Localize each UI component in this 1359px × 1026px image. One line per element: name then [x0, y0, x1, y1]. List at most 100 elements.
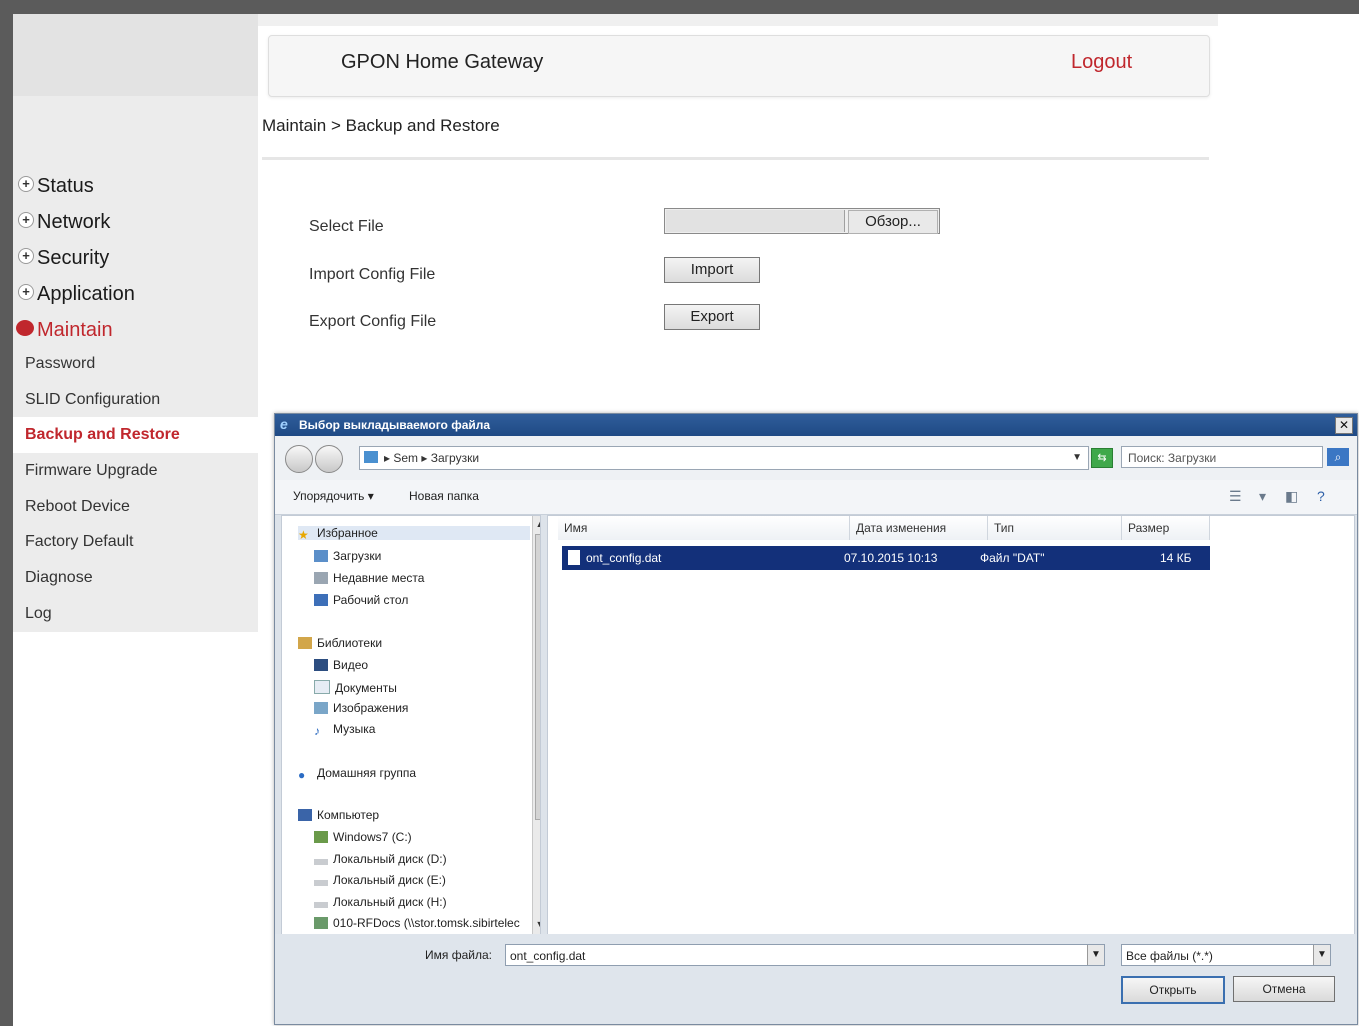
nav-music[interactable]: ♪ Музыка: [314, 722, 375, 738]
expand-plus-icon: +: [18, 284, 34, 300]
scroll-down-icon[interactable]: ▼: [535, 918, 540, 930]
export-config-label: Export Config File: [309, 313, 437, 330]
menu-item-application[interactable]: + Application: [16, 276, 256, 312]
select-file-label: Select File: [309, 218, 384, 235]
music-icon: ♪: [314, 724, 320, 738]
file-row[interactable]: ont_config.dat 07.10.2015 10:13 Файл "DA…: [562, 546, 1210, 570]
address-part-2[interactable]: Загрузки: [431, 451, 479, 465]
search-input[interactable]: Поиск: Загрузки: [1121, 446, 1323, 468]
address-part-1[interactable]: Sem: [393, 451, 418, 465]
nav-computer[interactable]: Компьютер: [298, 808, 379, 822]
close-icon[interactable]: ✕: [1335, 417, 1353, 434]
search-icon[interactable]: ⌕: [1327, 448, 1349, 466]
nav-homegroup[interactable]: ● Домашняя группа: [298, 766, 416, 782]
documents-icon: [314, 680, 330, 694]
dialog-title: Выбор выкладываемого файла: [299, 418, 491, 432]
address-path: ▸ Sem ▸ Загрузки: [384, 451, 480, 465]
menu-item-label: Network: [37, 211, 111, 233]
filetype-dropdown-icon[interactable]: ▼: [1313, 945, 1330, 965]
column-header-date[interactable]: Дата изменения: [850, 516, 988, 540]
nav-drive-e[interactable]: Локальный диск (E:): [314, 873, 446, 887]
expand-plus-icon: +: [18, 176, 34, 192]
export-button[interactable]: Export: [664, 304, 760, 330]
downloads-folder-icon: [314, 550, 328, 562]
menu-item-security[interactable]: + Security: [16, 240, 256, 276]
address-bar[interactable]: ▸ Sem ▸ Загрузки ▼: [359, 446, 1089, 470]
dialog-navigation-bar: ▸ Sem ▸ Загрузки ▼ ⇆ Поиск: Загрузки ⌕: [275, 436, 1357, 480]
file-path-field[interactable]: [666, 210, 845, 232]
nav-pictures[interactable]: Изображения: [314, 701, 408, 715]
menu-item-label: Security: [37, 247, 110, 269]
scroll-up-icon[interactable]: ▲: [535, 518, 540, 530]
menu-item-status[interactable]: + Status: [16, 168, 256, 204]
expand-plus-icon: +: [18, 248, 34, 264]
refresh-icon[interactable]: ⇆: [1091, 448, 1113, 468]
windows-drive-icon: [314, 831, 328, 843]
nav-desktop[interactable]: Рабочий стол: [314, 593, 408, 607]
help-icon[interactable]: ?: [1317, 488, 1325, 504]
submenu-item-firmware-upgrade[interactable]: Firmware Upgrade: [13, 453, 258, 489]
submenu-item-password[interactable]: Password: [13, 346, 258, 382]
browse-button[interactable]: Обзор...: [848, 210, 938, 234]
pictures-icon: [314, 702, 328, 714]
dialog-footer: Имя файла: ont_config.dat ▼ Все файлы (*…: [275, 934, 1357, 1024]
file-icon: [568, 550, 580, 565]
filename-input[interactable]: ont_config.dat: [505, 944, 1105, 966]
nav-libraries[interactable]: Библиотеки: [298, 636, 382, 650]
nav-recent-places[interactable]: Недавние места: [314, 571, 424, 585]
address-dropdown-icon[interactable]: ▼: [1072, 447, 1082, 469]
nav-documents[interactable]: Документы: [314, 680, 397, 695]
nav-favorites[interactable]: ★ Избранное: [298, 526, 530, 542]
nav-scrollbar[interactable]: ▲ ▼: [532, 516, 540, 934]
computer-icon: [298, 809, 312, 821]
video-icon: [314, 659, 328, 671]
submenu-item-log[interactable]: Log: [13, 596, 258, 632]
file-open-dialog: e Выбор выкладываемого файла ✕ ▸ Sem ▸ З…: [274, 413, 1358, 1025]
expand-plus-icon: +: [18, 212, 34, 228]
drive-icon: [314, 902, 328, 908]
import-button[interactable]: Import: [664, 257, 760, 283]
column-header-type[interactable]: Тип: [988, 516, 1122, 540]
forward-button[interactable]: [315, 445, 343, 473]
homegroup-icon: ●: [298, 768, 306, 782]
window-frame-top: [0, 0, 1359, 14]
open-button[interactable]: Открыть: [1121, 976, 1225, 1004]
nav-drive-c[interactable]: Windows7 (C:): [314, 830, 412, 844]
new-folder-button[interactable]: Новая папка: [409, 489, 479, 503]
cancel-button[interactable]: Отмена: [1233, 976, 1335, 1002]
nav-network-drive[interactable]: 010-RFDocs (\\stor.tomsk.sibirtelec: [314, 916, 520, 930]
column-header-size[interactable]: Размер: [1122, 516, 1210, 540]
view-options-icon[interactable]: ☰: [1229, 488, 1242, 505]
window-frame-left: [0, 0, 13, 1026]
view-dropdown-icon[interactable]: ▾: [1259, 488, 1266, 505]
submenu-item-diagnose[interactable]: Diagnose: [13, 560, 258, 596]
nav-video[interactable]: Видео: [314, 658, 368, 672]
filetype-select[interactable]: Все файлы (*.*): [1121, 944, 1331, 966]
drive-icon: [314, 880, 328, 886]
menu-item-maintain[interactable]: Maintain: [16, 312, 256, 348]
top-strip: [258, 14, 1218, 26]
submenu-item-backup-and-restore[interactable]: Backup and Restore: [13, 417, 258, 454]
page-title: GPON Home Gateway: [341, 51, 544, 73]
scrollbar-thumb[interactable]: [535, 534, 540, 820]
submenu-item-reboot-device[interactable]: Reboot Device: [13, 489, 258, 525]
recent-places-icon: [314, 572, 328, 584]
libraries-icon: [298, 637, 312, 649]
organize-menu[interactable]: Упорядочить ▾: [293, 489, 374, 503]
logout-link[interactable]: Logout: [1071, 51, 1132, 74]
submenu-item-slid-configuration[interactable]: SLID Configuration: [13, 382, 258, 418]
nav-downloads[interactable]: Загрузки: [314, 549, 381, 563]
nav-drive-d[interactable]: Локальный диск (D:): [314, 852, 447, 866]
menu-item-network[interactable]: + Network: [16, 204, 256, 240]
preview-pane-icon[interactable]: ◧: [1285, 488, 1298, 505]
submenu-item-factory-default[interactable]: Factory Default: [13, 524, 258, 560]
import-config-label: Import Config File: [309, 266, 436, 283]
drive-icon: [314, 859, 328, 865]
sidebar-logo-area: [13, 14, 258, 96]
back-button[interactable]: [285, 445, 313, 473]
column-header-name[interactable]: Имя: [558, 516, 850, 540]
dialog-titlebar[interactable]: e Выбор выкладываемого файла ✕: [275, 414, 1357, 436]
ie-logo-icon: e: [280, 416, 288, 432]
nav-drive-h[interactable]: Локальный диск (H:): [314, 895, 447, 909]
filename-dropdown-icon[interactable]: ▼: [1087, 945, 1104, 965]
